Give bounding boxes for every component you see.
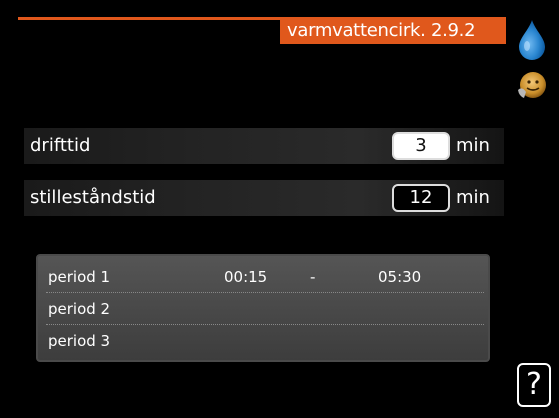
row-divider (46, 292, 484, 293)
setting-label: drifttid (30, 135, 91, 156)
stillestandstid-value-field[interactable]: 12 (392, 184, 450, 212)
period-separator: - (310, 268, 316, 286)
setting-row-drifttid[interactable]: drifttid 3 min (24, 128, 504, 164)
setting-label: stilleståndstid (30, 187, 156, 208)
menu-title: varmvattencirk. 2.9.2 (287, 20, 476, 41)
unit-label: min (456, 135, 490, 156)
header-rule (18, 17, 280, 20)
period-row-2[interactable]: period 2 (38, 294, 492, 325)
smiley-face-icon (518, 72, 546, 98)
help-button[interactable]: ? (517, 363, 551, 407)
unit-label: min (456, 187, 490, 208)
display-screen: varmvattencirk. 2.9.2 drifttid 3 min sti… (0, 0, 559, 418)
period-label: period 2 (48, 300, 111, 318)
water-drop-icon (519, 20, 545, 60)
period-start-time: 00:15 (224, 268, 268, 286)
period-panel: period 1 00:15 - 05:30 period 2 period 3 (36, 254, 490, 362)
period-row-1[interactable]: period 1 00:15 - 05:30 (38, 262, 492, 293)
period-end-time: 05:30 (378, 268, 422, 286)
row-divider (46, 324, 484, 325)
period-label: period 3 (48, 332, 111, 350)
period-row-3[interactable]: period 3 (38, 326, 492, 356)
drifttid-value-field[interactable]: 3 (392, 132, 450, 160)
period-label: period 1 (48, 268, 111, 286)
setting-row-stillestandstid[interactable]: stilleståndstid 12 min (24, 180, 504, 216)
